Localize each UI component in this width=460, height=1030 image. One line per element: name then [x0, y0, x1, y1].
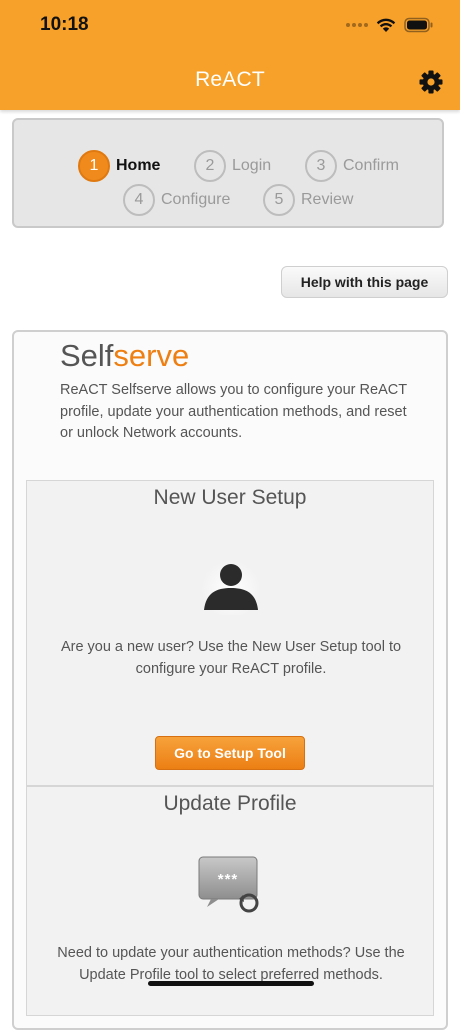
step-label: Configure [161, 191, 231, 208]
home-indicator [148, 981, 314, 986]
selfserve-heading: Selfserve [60, 338, 189, 374]
step-login[interactable]: 2 Login [194, 150, 271, 182]
gear-icon [419, 70, 443, 94]
status-icons [346, 14, 434, 36]
step-label: Home [116, 157, 161, 174]
update-profile-title: Update Profile [163, 792, 297, 815]
status-time: 10:18 [40, 14, 89, 35]
new-user-setup-section: New User Setup Are you a new user? Use t… [26, 480, 434, 786]
step-confirm[interactable]: 3 Confirm [305, 150, 399, 182]
go-to-setup-tool-button[interactable]: Go to Setup Tool [155, 736, 305, 770]
brand-accent: serve [113, 338, 190, 373]
brand-main: Self [60, 338, 114, 373]
settings-button[interactable] [412, 66, 446, 98]
battery-icon [404, 17, 433, 33]
step-number: 3 [305, 150, 337, 182]
step-number: 4 [123, 184, 155, 216]
user-icon [201, 557, 261, 615]
step-label: Review [301, 191, 354, 208]
step-label: Confirm [343, 157, 400, 174]
selfserve-intro: ReACT Selfserve allows you to configure … [60, 382, 407, 441]
app-title: ReACT [195, 68, 265, 91]
step-number: 2 [194, 150, 226, 182]
step-configure[interactable]: 4 Configure [123, 184, 230, 216]
step-number: 5 [263, 184, 295, 216]
cellular-signal-icon [346, 23, 368, 27]
step-number: 1 [78, 150, 110, 182]
step-review[interactable]: 5 Review [263, 184, 353, 216]
password-refresh-icon: *** [197, 855, 263, 915]
step-home[interactable]: 1 Home [78, 150, 160, 182]
help-button[interactable]: Help with this page [281, 266, 448, 298]
wifi-icon [376, 18, 396, 32]
update-profile-text: Need to update your authentication metho… [57, 945, 405, 983]
step-label: Login [232, 157, 272, 174]
progress-steps: 1 Home 2 Login 3 Confirm 4 Configure 5 R… [12, 118, 444, 228]
password-mask-text: *** [217, 871, 239, 888]
new-user-setup-text: Are you a new user? Use the New User Set… [60, 639, 402, 677]
new-user-setup-title: New User Setup [153, 486, 307, 509]
app-header: 10:18 ReACT [0, 0, 460, 110]
